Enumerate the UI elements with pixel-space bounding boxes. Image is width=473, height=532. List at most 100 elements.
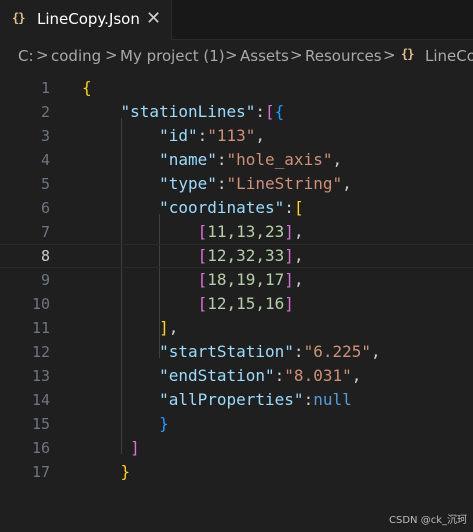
code-line[interactable]: 6 "coordinates":[ bbox=[0, 196, 473, 220]
code-text: [12,32,33], bbox=[82, 245, 304, 267]
line-number: 11 bbox=[31, 319, 50, 337]
code-line[interactable]: 11 ], bbox=[0, 316, 473, 340]
code-line[interactable]: 10 [12,15,16] bbox=[0, 292, 473, 316]
code-line[interactable]: 13 "endStation":"8.031", bbox=[0, 364, 473, 388]
code-token: , bbox=[351, 366, 362, 385]
code-line[interactable]: 5 "type":"LineString", bbox=[0, 172, 473, 196]
code-token: "coordinates" bbox=[159, 198, 285, 217]
code-token: "6.225" bbox=[303, 342, 371, 361]
code-token: "113" bbox=[207, 126, 256, 145]
breadcrumb-item-coding[interactable]: coding bbox=[51, 47, 101, 65]
tab-bar: {} LineCopy.Json ✕ bbox=[0, 0, 473, 40]
code-line[interactable]: 12 "startStation":"6.225", bbox=[0, 340, 473, 364]
breadcrumb-item-project[interactable]: My project (1) bbox=[120, 47, 225, 65]
code-line[interactable]: 14 "allProperties":null bbox=[0, 388, 473, 412]
code-token: "allProperties" bbox=[159, 390, 304, 409]
code-token: "name" bbox=[159, 150, 217, 169]
code-token: 11,13,23 bbox=[207, 222, 285, 241]
code-token: [ bbox=[293, 198, 304, 217]
code-token: : bbox=[197, 126, 208, 145]
code-token: "stationLines" bbox=[120, 102, 256, 121]
code-token: [ bbox=[197, 222, 208, 241]
tab-linecopy-json[interactable]: {} LineCopy.Json ✕ bbox=[0, 0, 172, 40]
breadcrumb-item-assets[interactable]: Assets bbox=[240, 47, 289, 65]
chevron-right-icon: > bbox=[36, 46, 49, 64]
code-line[interactable]: 16 ] bbox=[0, 436, 473, 460]
code-line[interactable]: 8 [12,32,33], bbox=[0, 244, 473, 268]
code-token: ] bbox=[284, 246, 294, 265]
code-token: 12,15,16 bbox=[207, 294, 285, 313]
code-text: "name":"hole_axis", bbox=[82, 148, 342, 172]
code-text: ] bbox=[82, 436, 140, 460]
line-number: 8 bbox=[40, 247, 50, 265]
code-line[interactable]: 4 "name":"hole_axis", bbox=[0, 148, 473, 172]
code-line[interactable]: 17 } bbox=[0, 460, 473, 484]
code-token: , bbox=[293, 246, 304, 265]
code-text: } bbox=[82, 460, 131, 484]
code-token: , bbox=[371, 342, 381, 361]
code-text: ], bbox=[82, 316, 178, 340]
code-token: : bbox=[293, 342, 304, 361]
breadcrumb-item-drive[interactable]: C: bbox=[18, 47, 34, 65]
code-token: "endStation" bbox=[159, 366, 275, 385]
code-token: , bbox=[293, 222, 304, 241]
code-token: 12,32,33 bbox=[207, 246, 285, 265]
code-token: { bbox=[274, 102, 285, 121]
line-number: 3 bbox=[40, 127, 50, 145]
code-token: , bbox=[293, 270, 304, 289]
line-number: 13 bbox=[31, 367, 50, 385]
line-number: 15 bbox=[31, 415, 50, 433]
code-token: "type" bbox=[159, 174, 217, 193]
code-line[interactable]: 1{ bbox=[0, 76, 473, 100]
line-number: 17 bbox=[31, 463, 50, 481]
code-line[interactable]: 9 [18,19,17], bbox=[0, 268, 473, 292]
line-number: 1 bbox=[40, 79, 50, 97]
code-token: 18,19,17 bbox=[207, 270, 285, 289]
code-token: : bbox=[274, 366, 285, 385]
breadcrumb-item-file[interactable]: LineCo bbox=[425, 47, 473, 65]
code-text: "endStation":"8.031", bbox=[82, 364, 361, 388]
line-number: 12 bbox=[31, 343, 50, 361]
watermark: CSDN @ck_沉珂 bbox=[389, 515, 467, 526]
code-token: [ bbox=[197, 270, 208, 289]
code-token: } bbox=[120, 462, 131, 481]
line-number: 5 bbox=[40, 175, 50, 193]
json-braces-icon: {} bbox=[12, 11, 25, 25]
code-line[interactable]: 7 [11,13,23], bbox=[0, 220, 473, 244]
code-token: "hole_axis" bbox=[226, 150, 333, 169]
line-number: 6 bbox=[40, 199, 50, 217]
code-line[interactable]: 2 "stationLines":[{ bbox=[0, 100, 473, 124]
code-token: "startStation" bbox=[159, 342, 294, 361]
line-number: 10 bbox=[31, 295, 50, 313]
code-token: } bbox=[159, 414, 169, 433]
code-editor[interactable]: 1{2 "stationLines":[{3 "id":"113", 4 "nam… bbox=[0, 70, 473, 510]
line-number: 14 bbox=[31, 391, 50, 409]
code-line[interactable]: 15 } bbox=[0, 412, 473, 436]
code-token: "8.031" bbox=[284, 366, 352, 385]
close-icon[interactable]: ✕ bbox=[146, 8, 161, 29]
tab-label: LineCopy.Json bbox=[37, 10, 140, 28]
code-token: null bbox=[313, 390, 352, 409]
code-token: "id" bbox=[159, 126, 198, 145]
code-line[interactable]: 3 "id":"113", bbox=[0, 124, 473, 148]
chevron-right-icon: > bbox=[105, 46, 118, 64]
code-token: [ bbox=[197, 246, 208, 265]
code-text: "startStation":"6.225", bbox=[82, 340, 381, 364]
code-token: : bbox=[216, 174, 227, 193]
breadcrumb-item-resources[interactable]: Resources bbox=[305, 47, 382, 65]
code-token: [ bbox=[265, 102, 275, 121]
code-token: , bbox=[342, 174, 352, 193]
breadcrumb: C: > coding > My project (1) > Assets > … bbox=[0, 40, 473, 70]
